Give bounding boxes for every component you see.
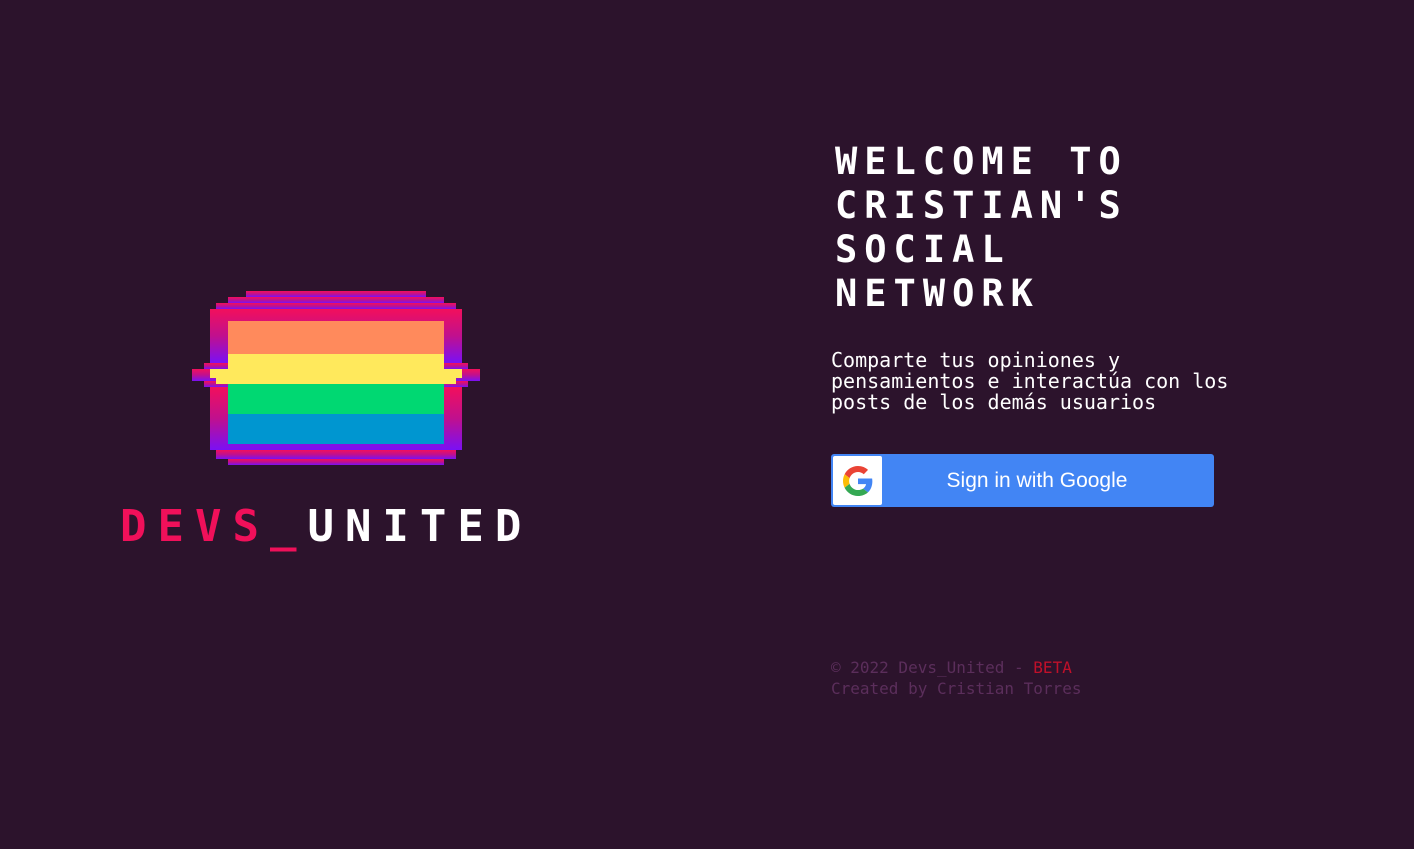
rainbow-pixel-logo-icon <box>192 291 480 465</box>
welcome-subtitle: Comparte tus opiniones y pensamientos e … <box>831 348 1229 414</box>
google-icon-box <box>833 456 882 505</box>
brand-wordmark: DEVS_UNITED <box>120 503 532 551</box>
footer: © 2022 Devs_United - BETA Created by Cri… <box>831 657 1331 699</box>
sign-in-with-google-label: Sign in with Google <box>946 468 1128 492</box>
sign-in-with-google-button[interactable]: Sign in with Google <box>831 454 1214 507</box>
footer-copyright-line: © 2022 Devs_United - BETA <box>831 657 1331 678</box>
footer-copyright: © 2022 Devs_United - <box>831 658 1034 677</box>
welcome-title: WELCOME TO CRISTIAN'S SOCIAL NETWORK <box>835 140 1128 315</box>
footer-credit: Created by Cristian Torres <box>831 679 1082 698</box>
devs-united-logo: DEVS_UNITED <box>120 288 560 558</box>
beta-badge: BETA <box>1033 658 1072 677</box>
welcome-panel: WELCOME TO CRISTIAN'S SOCIAL NETWORK Com… <box>831 140 1331 699</box>
login-page: DEVS_UNITED WELCOME TO CRISTIAN'S SOCIAL… <box>0 0 1414 849</box>
brand-wordmark-united: UNITED <box>307 501 533 552</box>
google-g-icon <box>842 465 872 496</box>
brand-wordmark-devs: DEVS_ <box>120 501 308 552</box>
